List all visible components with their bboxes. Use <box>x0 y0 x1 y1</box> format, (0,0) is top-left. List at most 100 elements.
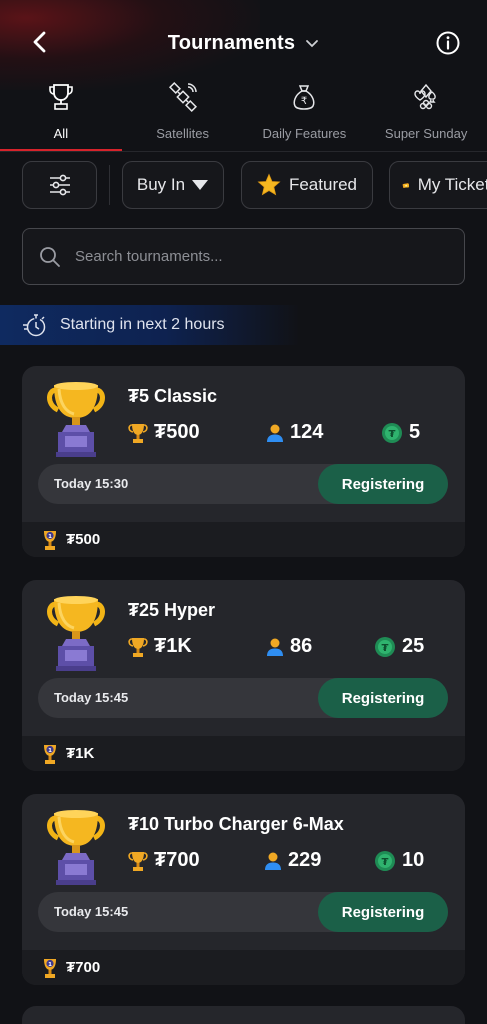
trophy-small-icon <box>128 637 148 657</box>
user-icon <box>265 852 281 870</box>
buy-in-filter[interactable]: Buy In <box>122 161 224 209</box>
page-title: Tournaments <box>167 32 296 54</box>
start-time: Today 15:45 <box>54 690 129 705</box>
svg-text:₮: ₮ <box>382 857 389 868</box>
starting-soon-banner: Starting in next 2 hours <box>0 305 300 345</box>
svg-text:1: 1 <box>48 962 52 968</box>
tournament-card[interactable]: ₮10 Turbo Charger 6-Max ₮700 229 ₮ 10 To… <box>22 794 465 985</box>
prize-stat: ₮500 <box>128 421 200 444</box>
register-button[interactable]: Registering <box>318 464 448 504</box>
buy-in-label: Buy In <box>136 175 186 194</box>
register-button[interactable]: Registering <box>318 678 448 718</box>
points-value: 25 <box>402 635 425 657</box>
my-tickets-filter[interactable]: My Tickets <box>389 161 487 209</box>
tournament-name: ₮10 Turbo Charger 6-Max <box>128 814 344 834</box>
gold-trophy-icon <box>47 810 105 885</box>
points-stat: ₮ 25 <box>374 635 424 658</box>
featured-label: Featured <box>288 175 358 194</box>
players-stat: 229 <box>264 849 321 872</box>
tournament-stats: ₮1K 86 ₮ 25 <box>128 635 448 663</box>
tournament-stats: ₮500 124 ₮ 5 <box>128 421 448 449</box>
svg-text:₹: ₹ <box>301 96 307 107</box>
filter-bar: Buy In Featured My Tickets <box>22 161 487 209</box>
medal-icon: 1 <box>44 530 56 550</box>
prize-value: ₮1K <box>154 635 192 657</box>
green-coin-icon: ₮ <box>375 850 395 871</box>
stopwatch-icon <box>23 314 46 337</box>
tab-daily-features[interactable]: ₹ Daily Features <box>244 78 366 154</box>
search-input[interactable] <box>75 248 435 265</box>
tab-super-sunday[interactable]: Super Sunday <box>365 78 487 154</box>
tab-label: Daily Features <box>262 126 347 141</box>
trophy-icon <box>49 84 73 110</box>
register-button[interactable]: Registering <box>318 892 448 932</box>
green-coin-icon: ₮ <box>382 422 402 443</box>
search-icon <box>40 246 60 267</box>
tab-label: Super Sunday <box>384 126 468 141</box>
tournament-card[interactable]: ₮5 Classic ₮500 124 ₮ 5 Today 15:30 Regi… <box>22 366 465 557</box>
card-footer: 1 ₮500 <box>22 522 465 557</box>
tournament-stats: ₮700 229 ₮ 10 <box>128 849 448 877</box>
satellite-icon <box>168 82 197 112</box>
points-value: 10 <box>402 849 425 871</box>
footer-prize: ₮1K <box>66 745 95 762</box>
filter-settings-button[interactable] <box>22 161 97 209</box>
money-bag-icon: ₹ <box>293 85 315 110</box>
tournament-card-partial[interactable] <box>22 1006 465 1024</box>
tab-label: All <box>53 126 69 141</box>
category-tabs: All Satellites ₹ Daily Features Super Su… <box>0 78 487 154</box>
prize-stat: ₮1K <box>128 635 192 658</box>
svg-text:₮: ₮ <box>382 643 389 654</box>
gold-trophy-icon <box>47 382 105 457</box>
players-value: 229 <box>288 849 322 871</box>
banner-text: Starting in next 2 hours <box>60 316 225 333</box>
prize-stat: ₮700 <box>128 849 200 872</box>
medal-icon: 1 <box>44 958 56 978</box>
tournament-card[interactable]: ₮25 Hyper ₮1K 86 ₮ 25 Today 15:45 Regist… <box>22 580 465 771</box>
svg-text:1: 1 <box>48 748 52 754</box>
card-footer: 1 ₮700 <box>22 950 465 985</box>
tab-label: Satellites <box>156 126 209 141</box>
points-value: 5 <box>409 421 421 443</box>
title-dropdown[interactable]: Tournaments <box>0 32 487 55</box>
chevron-down-icon <box>306 39 319 47</box>
tab-satellites[interactable]: Satellites <box>122 78 244 154</box>
tournament-name: ₮25 Hyper <box>128 600 216 620</box>
card-suits-icon <box>414 83 436 110</box>
gold-trophy-icon <box>47 596 105 671</box>
trophy-small-icon <box>128 851 148 871</box>
tab-all[interactable]: All <box>0 78 122 154</box>
medal-icon: 1 <box>44 744 56 764</box>
star-icon <box>257 173 281 196</box>
points-stat: ₮ 5 <box>381 421 420 444</box>
trophy-small-icon <box>128 423 148 443</box>
start-time-bar: Today 15:45 Registering <box>38 892 448 932</box>
footer-prize: ₮500 <box>66 531 101 548</box>
start-time: Today 15:30 <box>54 476 129 491</box>
ticket-icon <box>402 183 410 188</box>
players-stat: 86 <box>266 635 312 658</box>
featured-filter[interactable]: Featured <box>241 161 373 209</box>
prize-value: ₮500 <box>154 421 200 443</box>
prize-value: ₮700 <box>154 849 200 871</box>
svg-text:₮: ₮ <box>389 429 396 440</box>
caret-down-icon <box>192 180 209 190</box>
user-icon <box>267 638 283 656</box>
app-header: Tournaments <box>0 0 487 82</box>
points-stat: ₮ 10 <box>374 849 424 872</box>
green-coin-icon: ₮ <box>375 636 395 657</box>
tabs-divider <box>0 151 487 152</box>
players-stat: 124 <box>266 421 323 444</box>
start-time: Today 15:45 <box>54 904 129 919</box>
svg-text:1: 1 <box>48 534 52 540</box>
filter-divider <box>109 165 110 205</box>
start-time-bar: Today 15:45 Registering <box>38 678 448 718</box>
info-icon[interactable] <box>435 30 461 56</box>
tournament-name: ₮5 Classic <box>128 386 218 406</box>
footer-prize: ₮700 <box>66 959 101 976</box>
my-tickets-label: My Tickets <box>417 175 487 194</box>
user-icon <box>267 424 283 442</box>
search-bar[interactable] <box>22 228 465 285</box>
start-time-bar: Today 15:30 Registering <box>38 464 448 504</box>
players-value: 86 <box>290 635 313 657</box>
